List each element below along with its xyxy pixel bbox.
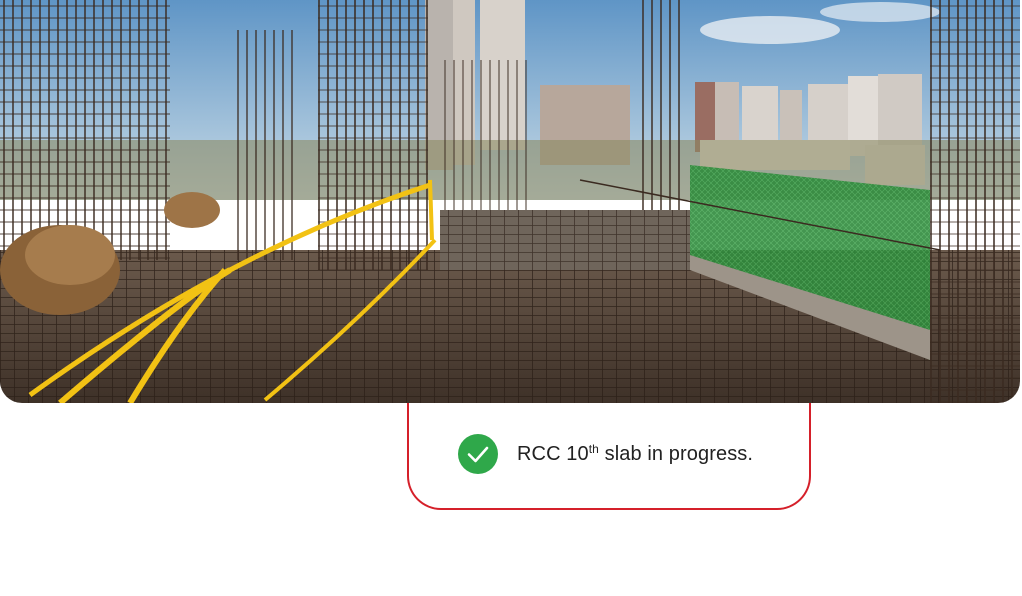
check-circle-icon xyxy=(458,434,498,474)
status-text-sup: th xyxy=(588,442,599,456)
status-text: RCC 10th slab in progress. xyxy=(517,442,753,466)
status-text-prefix: RCC 10 xyxy=(517,443,589,465)
construction-site-image xyxy=(0,0,1020,403)
status-text-suffix: slab in progress. xyxy=(598,443,754,465)
construction-photo xyxy=(0,0,1020,403)
status-row: RCC 10th slab in progress. xyxy=(458,434,753,474)
